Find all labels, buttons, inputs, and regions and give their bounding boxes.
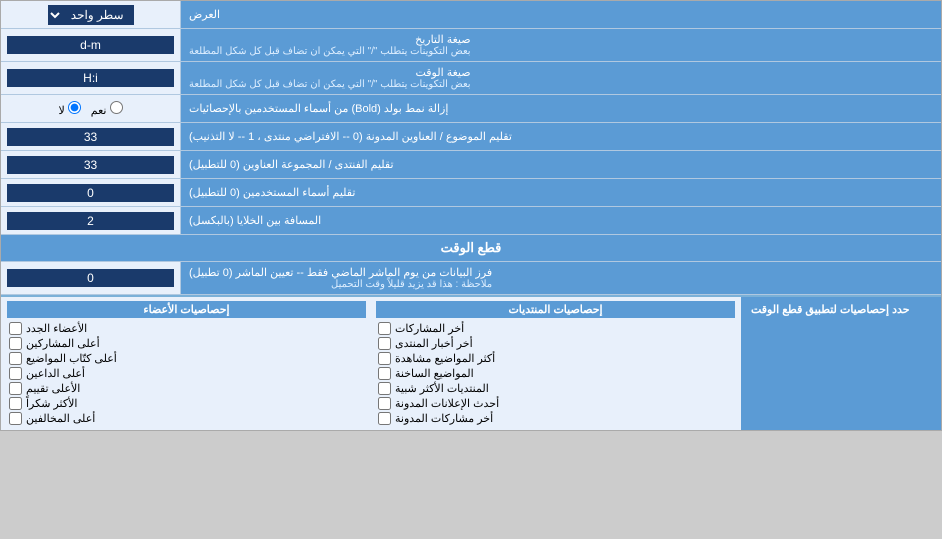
- list-item: المنتديات الأكثر شبية: [376, 381, 735, 396]
- bold-no-radio[interactable]: [68, 101, 81, 114]
- list-item: أحدث الإعلانات المدونة: [376, 396, 735, 411]
- forum-order-input[interactable]: [7, 156, 174, 174]
- display-type-row: العرض سطر واحد سطرين ثلاثة أسطر: [1, 1, 941, 29]
- cb-most-thanked[interactable]: [9, 397, 22, 410]
- usernames-order-input[interactable]: [7, 184, 174, 202]
- cb-new-members[interactable]: [9, 322, 22, 335]
- cb-top-warned[interactable]: [9, 412, 22, 425]
- forum-order-row: تقليم الفنتدى / المجموعة العناوين (0 للت…: [1, 151, 941, 179]
- topic-order-cell: [1, 123, 181, 150]
- cb-latest-announcements[interactable]: [378, 397, 391, 410]
- date-format-row: صيغة التاريخبعض التكوينات يتطلب "/" التي…: [1, 29, 941, 62]
- cb-last-news[interactable]: [378, 337, 391, 350]
- cuttime-days-cell: [1, 262, 181, 294]
- cb-most-viewed[interactable]: [378, 352, 391, 365]
- cb-top-rated[interactable]: [9, 382, 22, 395]
- cb-top-inviters[interactable]: [9, 367, 22, 380]
- time-format-cell: [1, 62, 181, 94]
- cuttime-section-header: قطع الوقت: [1, 235, 941, 262]
- distance-cell: [1, 207, 181, 234]
- cuttime-days-label: فرز البيانات من يوم الماشر الماضي فقط --…: [181, 262, 941, 294]
- cuttime-days-row: فرز البيانات من يوم الماشر الماضي فقط --…: [1, 262, 941, 295]
- time-format-row: صيغة الوقتبعض التكوينات يتطلب "/" التي ي…: [1, 62, 941, 95]
- list-item: أخر المشاركات: [376, 321, 735, 336]
- distance-row: المسافة بين الخلايا (بالبكسل): [1, 207, 941, 235]
- distance-label: المسافة بين الخلايا (بالبكسل): [181, 207, 941, 234]
- cuttime-days-input[interactable]: [7, 269, 174, 287]
- topic-order-label: تقليم الموضوع / العناوين المدونة (0 -- ا…: [181, 123, 941, 150]
- cb-group-forums-header: إحصاصيات المنتديات: [376, 301, 735, 318]
- date-format-label: صيغة التاريخبعض التكوينات يتطلب "/" التي…: [181, 29, 941, 61]
- bold-remove-cell: نعم لا: [1, 95, 181, 122]
- forum-order-cell: [1, 151, 181, 178]
- list-item: الأكثر شكراً: [7, 396, 366, 411]
- checkboxes-section: حدد إحصاصيات لتطبيق قطع الوقت إحصاصيات ا…: [1, 295, 941, 430]
- cb-top-posters[interactable]: [9, 337, 22, 350]
- list-item: الأعضاء الجدد: [7, 321, 366, 336]
- list-item: أعلى كتّاب المواضيع: [7, 351, 366, 366]
- display-type-label: العرض: [181, 1, 941, 28]
- bold-yes-label: نعم: [91, 101, 123, 117]
- date-format-cell: [1, 29, 181, 61]
- display-type-cell: سطر واحد سطرين ثلاثة أسطر: [1, 1, 181, 28]
- bold-remove-row: إزالة نمط بولد (Bold) من أسماء المستخدمي…: [1, 95, 941, 123]
- topic-order-input[interactable]: [7, 128, 174, 146]
- distance-input[interactable]: [7, 212, 174, 230]
- cb-group-members: إحصاصيات الأعضاء الأعضاء الجدد أعلى المش…: [7, 301, 366, 426]
- date-format-input[interactable]: [7, 36, 174, 54]
- usernames-order-label: تقليم أسماء المستخدمين (0 للتطبيل): [181, 179, 941, 206]
- cb-group-forums: إحصاصيات المنتديات أخر المشاركات أخر أخب…: [376, 301, 735, 426]
- display-type-select[interactable]: سطر واحد سطرين ثلاثة أسطر: [48, 5, 134, 25]
- list-item: أكثر المواضيع مشاهدة: [376, 351, 735, 366]
- bold-yes-radio[interactable]: [110, 101, 123, 114]
- checkboxes-groups: إحصاصيات المنتديات أخر المشاركات أخر أخب…: [1, 297, 741, 430]
- topic-order-row: تقليم الموضوع / العناوين المدونة (0 -- ا…: [1, 123, 941, 151]
- usernames-order-cell: [1, 179, 181, 206]
- cb-top-topic-writers[interactable]: [9, 352, 22, 365]
- list-item: الأعلى تقييم: [7, 381, 366, 396]
- usernames-order-row: تقليم أسماء المستخدمين (0 للتطبيل): [1, 179, 941, 207]
- cb-hot-topics[interactable]: [378, 367, 391, 380]
- time-format-input[interactable]: [7, 69, 174, 87]
- time-format-label: صيغة الوقتبعض التكوينات يتطلب "/" التي ي…: [181, 62, 941, 94]
- list-item: أخر مشاركات المدونة: [376, 411, 735, 426]
- list-item: أعلى المشاركين: [7, 336, 366, 351]
- checkboxes-section-label: حدد إحصاصيات لتطبيق قطع الوقت: [741, 297, 941, 430]
- list-item: أعلى المخالفين: [7, 411, 366, 426]
- cb-last-blog-posts[interactable]: [378, 412, 391, 425]
- cb-popular-forums[interactable]: [378, 382, 391, 395]
- list-item: المواضيع الساخنة: [376, 366, 735, 381]
- cb-last-posts[interactable]: [378, 322, 391, 335]
- forum-order-label: تقليم الفنتدى / المجموعة العناوين (0 للت…: [181, 151, 941, 178]
- bold-remove-label: إزالة نمط بولد (Bold) من أسماء المستخدمي…: [181, 95, 941, 122]
- cb-group-members-header: إحصاصيات الأعضاء: [7, 301, 366, 318]
- list-item: أخر أخبار المنتدى: [376, 336, 735, 351]
- main-container: العرض سطر واحد سطرين ثلاثة أسطر صيغة الت…: [0, 0, 942, 431]
- bold-no-label: لا: [58, 101, 80, 117]
- list-item: أعلى الداعين: [7, 366, 366, 381]
